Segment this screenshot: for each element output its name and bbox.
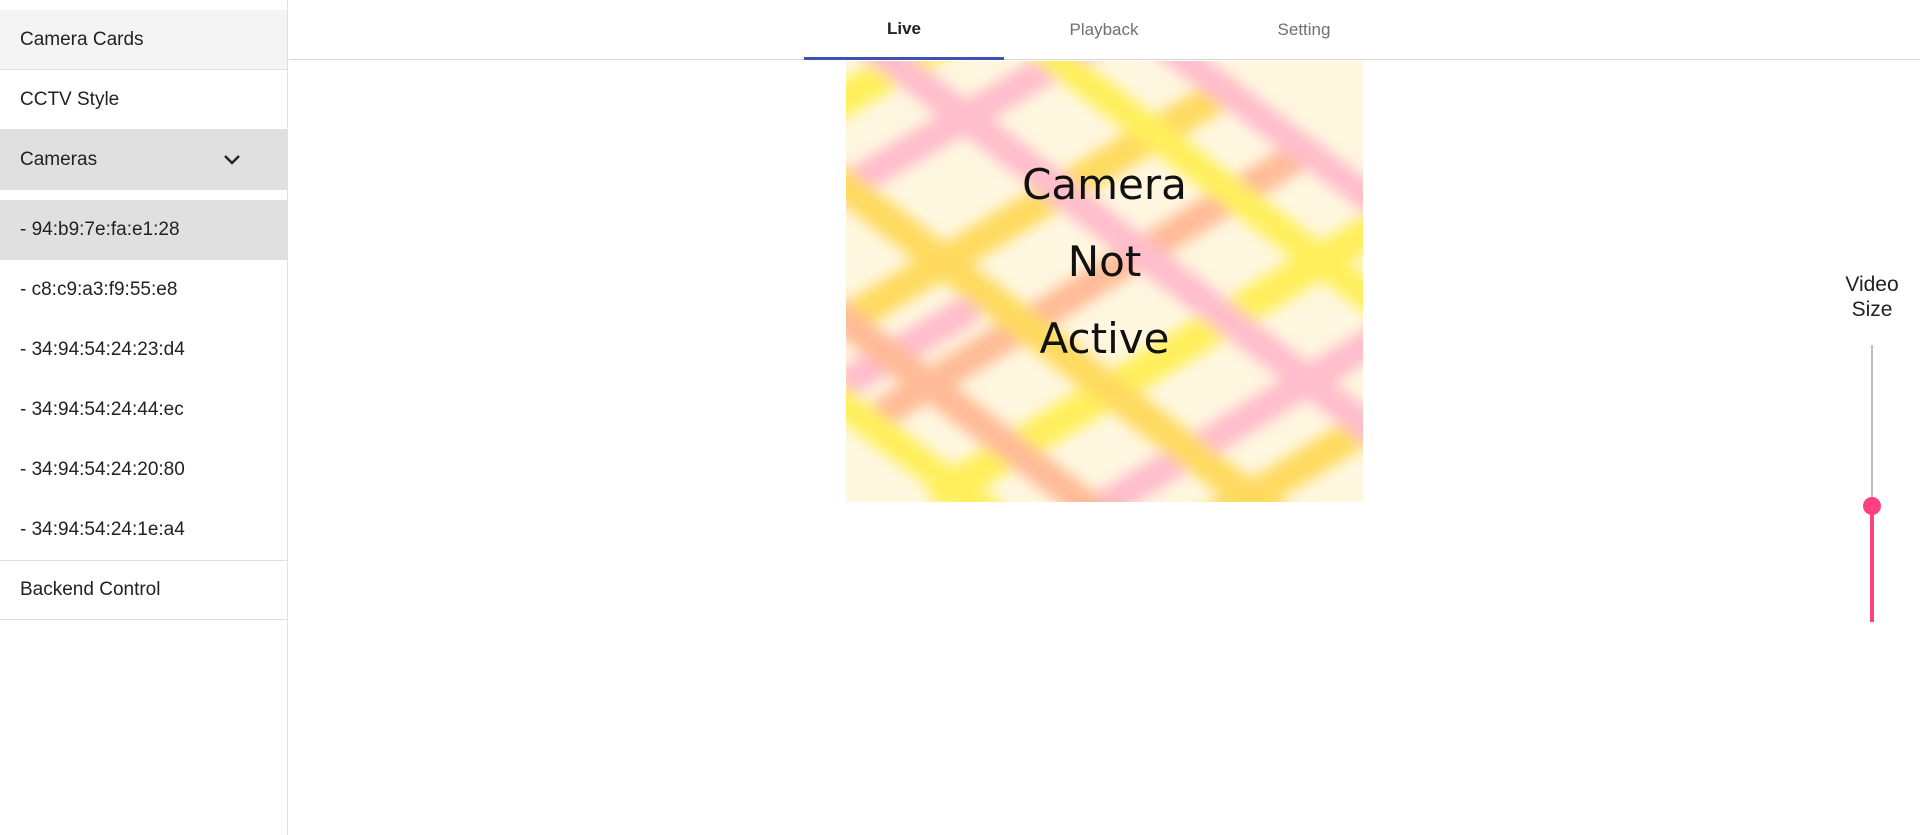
camera-item[interactable]: - 94:b9:7e:fa:e1:28 bbox=[0, 200, 287, 260]
camera-status-line-2: Not bbox=[1067, 237, 1142, 286]
chevron-down-icon[interactable] bbox=[223, 154, 241, 166]
nav-camera-cards-label: Camera Cards bbox=[20, 28, 144, 50]
tab-live-label: Live bbox=[886, 18, 922, 38]
camera-video-placeholder: Camera Not Active bbox=[846, 61, 1363, 502]
camera-item-label: - 34:94:54:24:1e:a4 bbox=[20, 519, 185, 540]
tab-playback[interactable]: Playback bbox=[1004, 0, 1204, 60]
camera-status-message: Camera Not Active bbox=[846, 61, 1363, 502]
camera-item-label: - 34:94:54:24:23:d4 bbox=[20, 339, 185, 360]
nav-cameras-label: Cameras bbox=[20, 149, 98, 170]
video-size-slider[interactable] bbox=[1860, 345, 1884, 622]
nav-cameras[interactable]: Cameras bbox=[0, 130, 287, 190]
sidebar: Camera Cards CCTV Style Cameras - 94:b9:… bbox=[0, 0, 288, 835]
camera-item[interactable]: - 34:94:54:24:20:80 bbox=[0, 440, 287, 500]
camera-list: - 94:b9:7e:fa:e1:28 - c8:c9:a3:f9:55:e8 … bbox=[0, 190, 287, 560]
camera-item[interactable]: - 34:94:54:24:1e:a4 bbox=[0, 500, 287, 560]
video-size-label-line-2: Size bbox=[1851, 298, 1893, 321]
camera-status-line-3: Active bbox=[1039, 314, 1170, 363]
video-size-label-line-1: Video bbox=[1845, 273, 1899, 296]
nav-backend-control-label: Backend Control bbox=[20, 579, 161, 600]
tab-bar: Live Playback Setting bbox=[289, 0, 1920, 60]
slider-thumb[interactable] bbox=[1863, 496, 1881, 515]
nav-backend-control[interactable]: Backend Control bbox=[0, 560, 287, 620]
slider-fill bbox=[1870, 505, 1874, 622]
video-size-label: Video Size bbox=[1830, 272, 1914, 322]
tab-playback-label: Playback bbox=[1069, 20, 1139, 39]
camera-item-label: - 34:94:54:24:20:80 bbox=[20, 459, 185, 480]
camera-status-line-1: Camera bbox=[1022, 160, 1187, 209]
camera-item[interactable]: - 34:94:54:24:44:ec bbox=[0, 380, 287, 440]
camera-item[interactable]: - 34:94:54:24:23:d4 bbox=[0, 320, 287, 380]
nav-cctv-style-label: CCTV Style bbox=[20, 88, 120, 110]
tab-live[interactable]: Live bbox=[804, 0, 1004, 60]
tab-setting-label: Setting bbox=[1277, 20, 1331, 39]
camera-item-label: - c8:c9:a3:f9:55:e8 bbox=[20, 279, 178, 300]
nav-camera-cards[interactable]: Camera Cards bbox=[0, 10, 287, 70]
camera-item[interactable]: - c8:c9:a3:f9:55:e8 bbox=[0, 260, 287, 320]
camera-item-label: - 94:b9:7e:fa:e1:28 bbox=[20, 219, 180, 240]
nav-cctv-style[interactable]: CCTV Style bbox=[0, 70, 287, 130]
tab-setting[interactable]: Setting bbox=[1204, 0, 1404, 60]
camera-item-label: - 34:94:54:24:44:ec bbox=[20, 399, 184, 420]
